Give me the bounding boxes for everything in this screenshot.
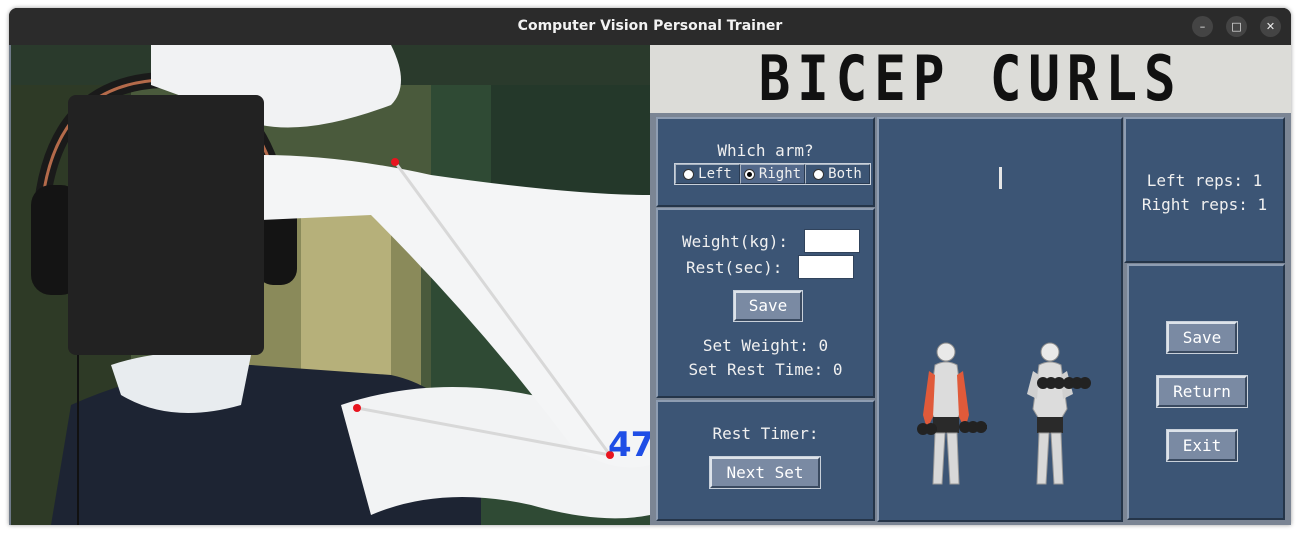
close-button[interactable]: ✕ (1260, 16, 1281, 37)
left-reps-text: Left reps: 1 (1146, 171, 1263, 190)
set-rest-text: Set Rest Time: 0 (688, 360, 843, 379)
rest-input[interactable] (798, 255, 854, 279)
arm-radio-group: Left Right Both (674, 163, 871, 185)
radio-both[interactable]: Both (805, 164, 870, 184)
elbow-angle-readout: 47 (608, 425, 650, 465)
minimize-button[interactable]: – (1192, 16, 1213, 37)
exit-button[interactable]: Exit (1166, 429, 1238, 462)
next-set-button[interactable]: Next Set (709, 456, 821, 489)
return-button[interactable]: Return (1156, 375, 1248, 408)
rest-timer-panel: Rest Timer: Next Set (656, 400, 875, 521)
app-window: Computer Vision Personal Trainer – □ ✕ 4… (9, 8, 1291, 525)
exercise-illustration-panel (877, 117, 1123, 522)
exercise-title: BICEP CURLS (758, 42, 1183, 115)
weight-label: Weight(kg): (682, 232, 788, 251)
actions-panel: Save Return Exit (1127, 264, 1285, 520)
arm-select-panel: Which arm? Left Right Both (656, 117, 875, 207)
exercise-header: BICEP CURLS (650, 45, 1291, 113)
control-panel: BICEP CURLS Which arm? Left Right Both W… (650, 45, 1291, 525)
camera-feed: 47 (11, 45, 650, 525)
settings-save-button[interactable]: Save (733, 290, 803, 322)
maximize-button[interactable]: □ (1226, 16, 1247, 37)
window-title: Computer Vision Personal Trainer (517, 18, 783, 34)
arm-question: Which arm? (717, 141, 814, 160)
window-content: 47 BICEP CURLS Which arm? Left Right Bot… (9, 45, 1291, 525)
rest-label: Rest(sec): (686, 258, 783, 277)
radio-right-label: Right (758, 166, 802, 182)
title-bar[interactable]: Computer Vision Personal Trainer – □ ✕ (9, 8, 1291, 45)
radio-left[interactable]: Left (675, 164, 740, 184)
set-weight-text: Set Weight: 0 (702, 336, 829, 355)
camera-image (11, 45, 650, 525)
radio-left-label: Left (698, 166, 732, 182)
face-blur-box (68, 95, 264, 355)
radio-both-label: Both (828, 166, 862, 182)
right-reps-text: Right reps: 1 (1141, 195, 1268, 214)
rest-timer-label: Rest Timer: (712, 424, 819, 443)
weight-input[interactable] (804, 229, 860, 253)
radio-both-dot[interactable] (813, 168, 825, 180)
radio-right[interactable]: Right (740, 164, 805, 184)
radio-left-dot[interactable] (683, 168, 695, 180)
save-button[interactable]: Save (1166, 321, 1238, 354)
bicep-curl-illustration (917, 342, 1091, 485)
settings-panel: Weight(kg): Rest(sec): Save Set Weight: … (656, 208, 875, 398)
reps-panel: Left reps: 1 Right reps: 1 (1124, 117, 1285, 263)
radio-right-dot[interactable] (743, 168, 755, 180)
